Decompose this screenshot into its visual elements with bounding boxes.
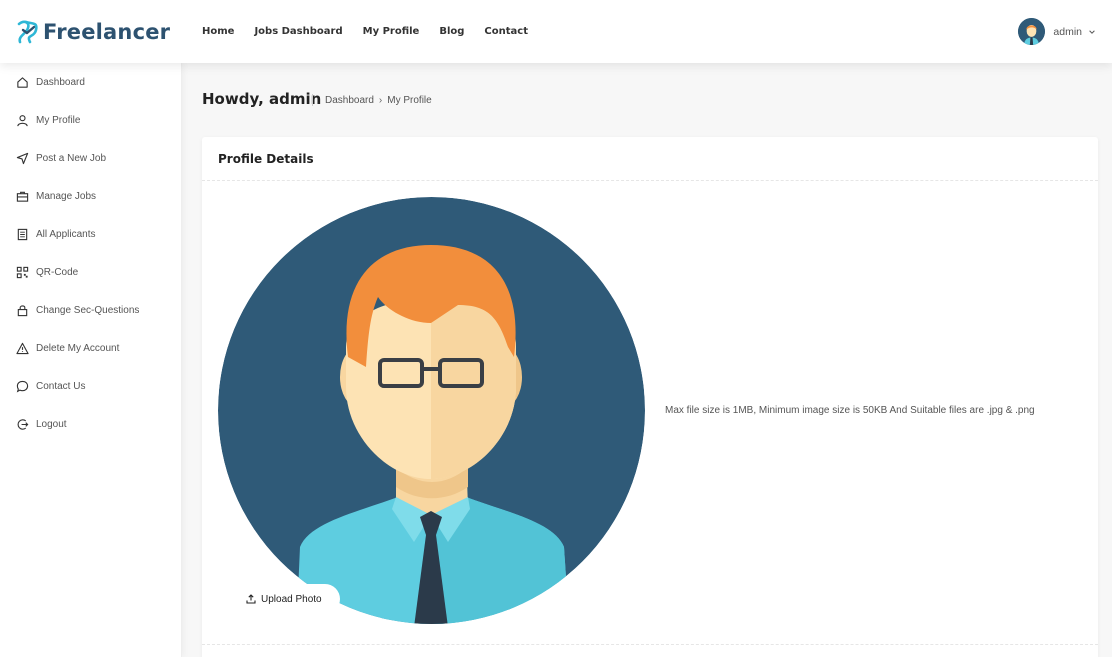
top-header: Freelancer Home Jobs Dashboard My Profil… [0, 0, 1112, 63]
logout-icon [16, 418, 29, 431]
warning-icon [16, 342, 29, 355]
avatar [1018, 18, 1046, 45]
sidebar-item-label: QR-Code [36, 266, 79, 278]
card-title: Profile Details [218, 152, 314, 166]
sidebar-item-label: Logout [36, 418, 67, 430]
nav-blog[interactable]: Blog [439, 26, 464, 37]
sidebar-item-label: Delete My Account [36, 342, 120, 354]
upload-photo-label: Upload Photo [261, 593, 322, 605]
upload-hint: Max file size is 1MB, Minimum image size… [665, 405, 1035, 416]
sidebar-item-my-profile[interactable]: My Profile [0, 101, 181, 139]
logo-icon [17, 20, 38, 44]
sidebar-item-label: Change Sec-Questions [36, 304, 140, 316]
sidebar-item-post-job[interactable]: Post a New Job [0, 139, 181, 177]
divider [202, 644, 1098, 645]
sidebar-item-qr-code[interactable]: QR-Code [0, 253, 181, 291]
brand-logo[interactable]: Freelancer [14, 17, 170, 47]
breadcrumb-current: My Profile [387, 94, 432, 106]
sidebar-item-label: Dashboard [36, 76, 85, 88]
sidebar-item-label: Manage Jobs [36, 190, 97, 202]
profile-photo [218, 197, 645, 624]
chevron-right-icon: › [378, 94, 383, 106]
nav-my-profile[interactable]: My Profile [363, 26, 420, 37]
profile-details-card: Profile Details Upload Photo Max file si… [202, 137, 1098, 657]
upload-icon [246, 594, 256, 604]
sidebar-item-label: All Applicants [36, 228, 96, 240]
brand-name: Freelancer [43, 20, 171, 44]
breadcrumb-dashboard[interactable]: Dashboard [325, 95, 374, 106]
briefcase-icon [16, 190, 29, 203]
sidebar-item-dashboard[interactable]: Dashboard [0, 63, 181, 101]
lock-icon [16, 304, 29, 317]
page-title: Howdy, admin [202, 90, 322, 108]
sidebar-item-delete-account[interactable]: Delete My Account [0, 329, 181, 367]
send-icon [16, 152, 29, 165]
home-icon [16, 76, 29, 89]
sidebar-item-manage-jobs[interactable]: Manage Jobs [0, 177, 181, 215]
user-icon [16, 114, 29, 127]
sidebar-item-label: My Profile [36, 114, 81, 126]
document-icon [16, 228, 29, 241]
qr-code-icon [16, 266, 29, 279]
user-name: admin [1053, 25, 1082, 38]
user-menu[interactable]: admin [1018, 18, 1096, 45]
nav-jobs-dashboard[interactable]: Jobs Dashboard [254, 26, 342, 37]
chevron-down-icon [1089, 29, 1095, 34]
nav-home[interactable]: Home [202, 26, 234, 37]
chat-icon [16, 380, 29, 393]
upload-photo-button[interactable]: Upload Photo [230, 584, 340, 614]
sidebar-item-change-sec-questions[interactable]: Change Sec-Questions [0, 291, 181, 329]
sidebar-item-logout[interactable]: Logout [0, 405, 181, 443]
sidebar-item-label: Post a New Job [36, 152, 107, 164]
sidebar-item-label: Contact Us [36, 380, 86, 392]
top-nav: Home Jobs Dashboard My Profile Blog Cont… [202, 0, 548, 63]
sidebar: Dashboard My Profile Post a New Job Mana… [0, 63, 182, 657]
sidebar-item-contact-us[interactable]: Contact Us [0, 367, 181, 405]
sidebar-item-all-applicants[interactable]: All Applicants [0, 215, 181, 253]
divider [202, 180, 1098, 181]
nav-contact[interactable]: Contact [484, 26, 528, 37]
breadcrumb: Dashboard › My Profile [312, 94, 432, 106]
